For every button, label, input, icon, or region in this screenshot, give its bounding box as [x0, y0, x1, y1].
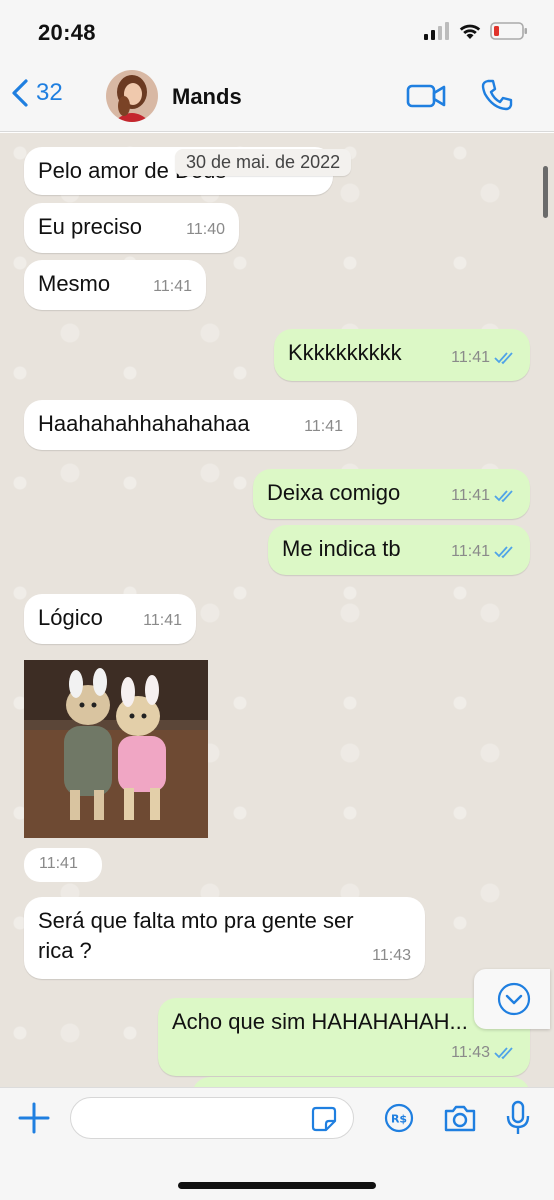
video-camera-icon	[406, 84, 446, 108]
contact-name[interactable]: Mands	[172, 84, 242, 110]
read-ticks-icon	[494, 1047, 513, 1060]
sticker-button[interactable]	[311, 1106, 337, 1137]
attach-button[interactable]	[18, 1102, 50, 1139]
voice-call-button[interactable]	[480, 78, 514, 117]
message-time: 11:41	[24, 848, 102, 882]
message-text: Lógico	[38, 605, 103, 630]
message-incoming[interactable]: Mesmo 11:41	[24, 260, 206, 310]
message-incoming[interactable]: Haahahahhahahahaa 11:41	[24, 400, 357, 450]
back-button[interactable]: 32	[10, 78, 63, 108]
read-ticks-icon	[494, 546, 513, 559]
status-time: 20:48	[38, 20, 96, 45]
message-time: 11:41	[451, 481, 516, 511]
message-outgoing[interactable]: Me indica tb 11:41	[268, 525, 530, 575]
message-time: 11:40	[186, 221, 225, 238]
message-text: Me indica tb	[282, 536, 401, 561]
message-text: Mesmo	[38, 271, 111, 296]
sticker-icon	[311, 1106, 337, 1132]
payment-icon: R$	[384, 1103, 414, 1133]
phone-icon	[481, 79, 513, 111]
message-text-line: rica ?	[38, 938, 92, 963]
message-time: 11:41	[153, 278, 192, 295]
message-text: Deixa comigo	[267, 480, 401, 505]
signal-icon	[424, 22, 449, 40]
message-outgoing-partial	[192, 1077, 530, 1087]
message-outgoing[interactable]: Deixa comigo 11:41	[253, 469, 530, 519]
camera-icon	[444, 1105, 476, 1132]
video-call-button[interactable]	[406, 82, 446, 115]
message-incoming[interactable]: Será que falta mto pra gente ser rica ? …	[24, 897, 425, 979]
avatar-image	[106, 70, 158, 122]
read-ticks-icon	[494, 352, 513, 365]
message-time: 11:43	[372, 947, 411, 964]
scroll-indicator[interactable]	[543, 166, 548, 218]
dogs-photo	[24, 660, 208, 838]
home-indicator	[178, 1182, 376, 1189]
plus-icon	[18, 1102, 50, 1134]
message-incoming[interactable]: Eu preciso 11:40	[24, 203, 239, 253]
message-text: Kkkkkkkkkk	[288, 340, 402, 365]
chevron-down-circle-icon	[497, 982, 531, 1016]
message-time: 11:41	[143, 612, 182, 629]
message-incoming[interactable]: Lógico 11:41	[24, 594, 196, 644]
message-time: 11:41	[304, 418, 343, 435]
message-time: 11:41	[451, 537, 516, 567]
message-text-line: Será que falta mto pra gente ser	[38, 908, 354, 933]
svg-text:R$: R$	[391, 1113, 407, 1126]
date-label: 30 de mai. de 2022	[175, 149, 352, 176]
wifi-icon	[459, 24, 481, 39]
camera-button[interactable]	[443, 1103, 477, 1138]
unread-count: 32	[36, 79, 63, 106]
microphone-button[interactable]	[505, 1100, 531, 1141]
message-text: Eu preciso	[38, 214, 142, 239]
status-bar: 20:48	[0, 0, 554, 62]
status-icons	[424, 22, 528, 40]
message-text: Haahahahhahahahaa	[38, 411, 250, 436]
message-text: Acho que sim HAHAHAHAH...	[172, 1009, 468, 1034]
message-composer: R$	[0, 1087, 554, 1200]
chevron-left-icon	[12, 79, 28, 107]
message-outgoing[interactable]: Kkkkkkkkkk 11:41	[274, 329, 530, 381]
avatar[interactable]	[106, 70, 158, 122]
message-time: 11:43	[451, 1038, 516, 1068]
photo-message[interactable]	[24, 660, 208, 838]
battery-icon	[490, 22, 527, 40]
message-time: 11:41	[451, 343, 516, 373]
chat-header: 32 Mands	[0, 62, 554, 132]
payment-button[interactable]: R$	[384, 1103, 414, 1138]
read-ticks-icon	[494, 490, 513, 503]
scroll-to-bottom-button[interactable]	[474, 969, 550, 1029]
microphone-icon	[506, 1100, 530, 1134]
chat-area[interactable]: Pelo amor de Deus 11:40 30 de mai. de 20…	[0, 133, 554, 1087]
